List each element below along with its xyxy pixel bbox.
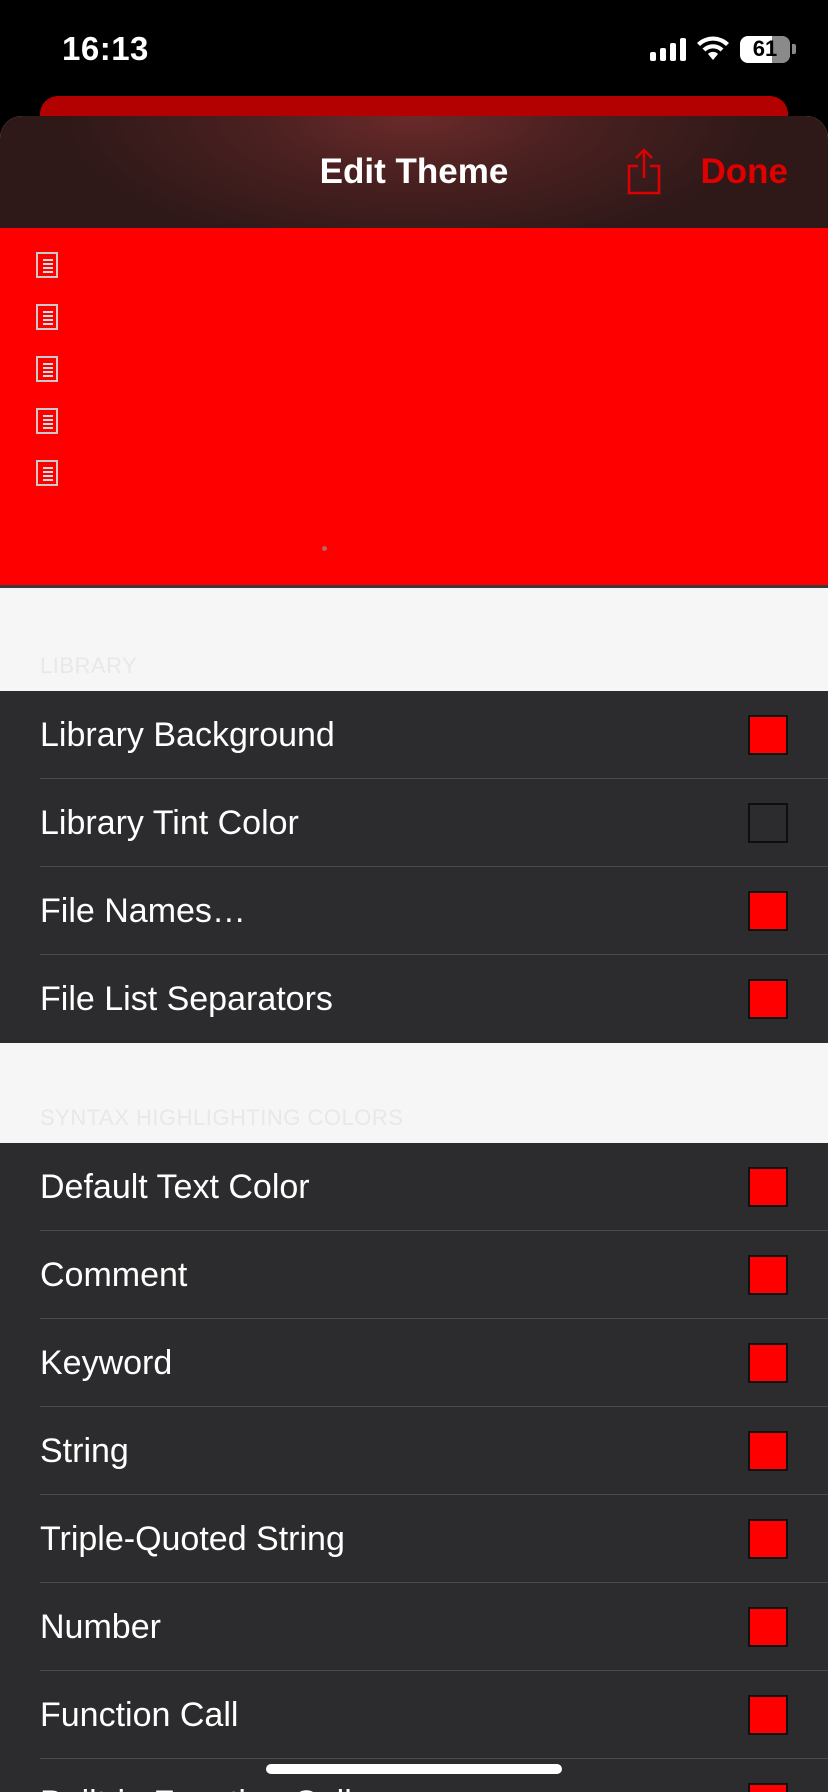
color-swatch[interactable] bbox=[748, 1607, 788, 1647]
syntax-settings-group: Default Text Color Comment Keyword Strin… bbox=[0, 1143, 828, 1792]
done-button[interactable]: Done bbox=[701, 152, 789, 192]
document-icon bbox=[36, 408, 58, 434]
document-icon bbox=[36, 356, 58, 382]
document-icon bbox=[36, 304, 58, 330]
color-swatch[interactable] bbox=[748, 1167, 788, 1207]
battery-icon: 61 bbox=[740, 35, 790, 63]
preview-file-row bbox=[36, 408, 60, 434]
theme-preview bbox=[0, 228, 828, 588]
status-bar: 16:13 61 bbox=[0, 0, 828, 100]
edit-theme-sheet: Edit Theme Done LIBRARY Library Backgrou… bbox=[0, 116, 828, 1792]
preview-file-row bbox=[36, 252, 60, 278]
share-icon[interactable] bbox=[624, 146, 664, 196]
battery-tip bbox=[792, 44, 796, 54]
document-icon bbox=[36, 460, 58, 486]
setting-row-file-list-separators[interactable]: File List Separators bbox=[0, 955, 828, 1043]
navigation-bar: Edit Theme Done bbox=[0, 116, 828, 228]
section-header-library: LIBRARY bbox=[0, 591, 828, 691]
setting-label: Library Background bbox=[40, 715, 335, 754]
home-indicator[interactable] bbox=[266, 1764, 562, 1774]
cellular-signal-icon bbox=[650, 37, 686, 61]
battery-level: 61 bbox=[752, 36, 778, 61]
color-swatch[interactable] bbox=[748, 1431, 788, 1471]
setting-row-string[interactable]: String bbox=[0, 1407, 828, 1495]
setting-label: Built-in Function Call bbox=[40, 1784, 352, 1792]
section-header-label: LIBRARY bbox=[40, 653, 138, 678]
setting-row-triple-quoted-string[interactable]: Triple-Quoted String bbox=[0, 1495, 828, 1583]
setting-row-file-names[interactable]: File Names… bbox=[0, 867, 828, 955]
color-swatch[interactable] bbox=[748, 1255, 788, 1295]
color-swatch[interactable] bbox=[748, 1343, 788, 1383]
document-icon bbox=[36, 252, 58, 278]
setting-row-function-call[interactable]: Function Call bbox=[0, 1671, 828, 1759]
status-indicators: 61 bbox=[650, 34, 796, 64]
color-swatch[interactable] bbox=[748, 803, 788, 843]
preview-file-row bbox=[36, 304, 60, 330]
wifi-icon bbox=[697, 36, 729, 60]
library-settings-group: Library Background Library Tint Color Fi… bbox=[0, 691, 828, 1043]
preview-file-row bbox=[36, 356, 60, 382]
setting-label: File List Separators bbox=[40, 979, 333, 1018]
setting-label: Default Text Color bbox=[40, 1167, 310, 1206]
setting-label: Number bbox=[40, 1607, 161, 1646]
setting-label: Triple-Quoted String bbox=[40, 1519, 345, 1558]
preview-file-row bbox=[36, 460, 60, 486]
setting-label: File Names… bbox=[40, 891, 246, 930]
color-swatch[interactable] bbox=[748, 1695, 788, 1735]
color-swatch[interactable] bbox=[748, 1783, 788, 1792]
setting-label: Function Call bbox=[40, 1695, 239, 1734]
status-time: 16:13 bbox=[62, 30, 149, 67]
setting-row-number[interactable]: Number bbox=[0, 1583, 828, 1671]
section-header-label: SYNTAX HIGHLIGHTING COLORS bbox=[40, 1105, 404, 1130]
setting-row-comment[interactable]: Comment bbox=[0, 1231, 828, 1319]
setting-row-keyword[interactable]: Keyword bbox=[0, 1319, 828, 1407]
setting-label: Keyword bbox=[40, 1343, 173, 1382]
color-swatch[interactable] bbox=[748, 891, 788, 931]
setting-label: Library Tint Color bbox=[40, 803, 299, 842]
setting-row-library-background[interactable]: Library Background bbox=[0, 691, 828, 779]
section-header-syntax: SYNTAX HIGHLIGHTING COLORS bbox=[0, 1043, 828, 1143]
setting-row-library-tint-color[interactable]: Library Tint Color bbox=[0, 779, 828, 867]
setting-row-default-text-color[interactable]: Default Text Color bbox=[0, 1143, 828, 1231]
color-swatch[interactable] bbox=[748, 715, 788, 755]
color-swatch[interactable] bbox=[748, 1519, 788, 1559]
preview-cursor-dot bbox=[322, 546, 327, 551]
setting-label: String bbox=[40, 1431, 129, 1470]
color-swatch[interactable] bbox=[748, 979, 788, 1019]
setting-label: Comment bbox=[40, 1255, 188, 1294]
